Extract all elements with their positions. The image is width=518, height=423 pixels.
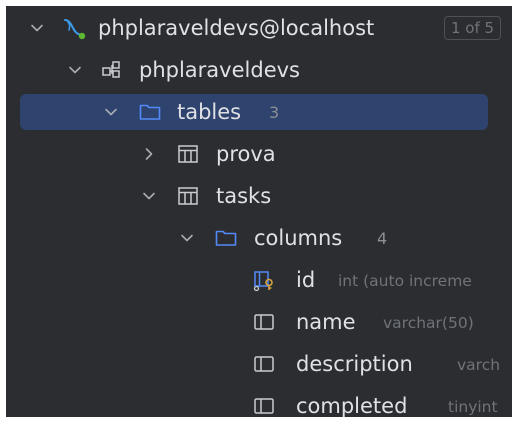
column-icon — [254, 356, 274, 372]
table-icon — [178, 145, 198, 163]
database-explorer-tree: phplaraveldevs@localhost 1 of 5 phplarav… — [6, 6, 512, 417]
tree-node-column-completed[interactable]: completed tinyint — [6, 386, 512, 417]
tree-node-tables-folder[interactable]: tables 3 — [6, 92, 512, 132]
column-name: name — [296, 310, 356, 334]
columns-count: 4 — [377, 229, 388, 248]
tree-node-columns-folder[interactable]: columns 4 — [6, 218, 512, 258]
chevron-down-icon[interactable] — [104, 105, 118, 119]
column-type: varch — [457, 356, 501, 374]
column-name: id — [296, 268, 316, 292]
column-type: int (auto increme — [338, 272, 472, 290]
tree-node-schema[interactable]: phplaraveldevs — [6, 50, 512, 90]
column-icon — [254, 314, 274, 330]
datasource-label: phplaraveldevs@localhost — [98, 16, 375, 40]
column-type: varchar(50) — [383, 314, 474, 332]
tree-node-column-name[interactable]: name varchar(50) — [6, 302, 512, 342]
datasource-count-badge: 1 of 5 — [444, 16, 502, 40]
chevron-down-icon[interactable] — [30, 21, 44, 35]
chevron-down-icon[interactable] — [142, 189, 156, 203]
tables-count: 3 — [269, 103, 280, 122]
schema-label: phplaraveldevs — [139, 58, 300, 82]
table-label: prova — [216, 142, 276, 166]
chevron-down-icon[interactable] — [68, 63, 82, 77]
column-name: description — [296, 352, 413, 376]
columns-folder-label: columns — [254, 226, 343, 250]
column-icon — [254, 398, 274, 414]
tables-folder-label: tables — [177, 100, 242, 124]
table-icon — [178, 187, 198, 205]
tree-node-datasource[interactable]: phplaraveldevs@localhost 1 of 5 — [6, 8, 512, 48]
tree-node-table-tasks[interactable]: tasks — [6, 176, 512, 216]
primary-key-column-icon — [253, 271, 273, 292]
schema-icon — [102, 61, 120, 78]
chevron-down-icon[interactable] — [180, 231, 194, 245]
column-name: completed — [296, 394, 408, 417]
folder-icon — [215, 230, 237, 246]
tree-node-column-id[interactable]: id int (auto increme — [6, 260, 512, 300]
tree-node-column-description[interactable]: description varch — [6, 344, 512, 384]
chevron-right-icon[interactable] — [142, 147, 156, 161]
mysql-datasource-icon — [64, 19, 86, 40]
tree-node-table-prova[interactable]: prova — [6, 134, 512, 174]
folder-icon — [139, 104, 161, 120]
column-type: tinyint — [448, 398, 498, 416]
table-label: tasks — [216, 184, 272, 208]
